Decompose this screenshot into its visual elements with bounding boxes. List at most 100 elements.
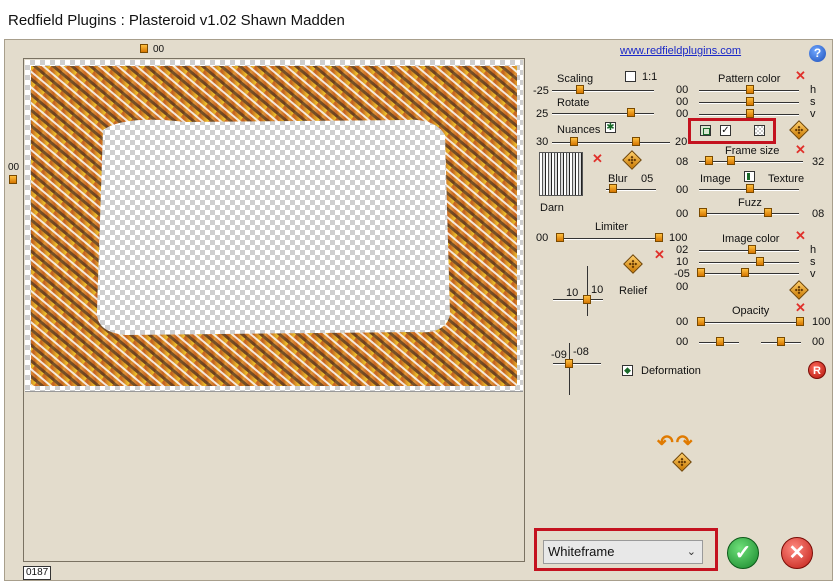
image-color-v-handle-right[interactable] — [741, 268, 749, 277]
fuzz-min-value: 00 — [676, 208, 689, 220]
image-texture-slider-handle[interactable] — [746, 184, 754, 193]
preview-top-offset-handle[interactable] — [140, 44, 148, 53]
one-to-one-checkbox[interactable] — [625, 71, 636, 82]
mode-frame-button[interactable] — [700, 125, 711, 136]
pattern-color-s-label: s — [810, 96, 816, 108]
deformation-axis-vertical — [569, 343, 570, 395]
preview-left-offset-value: 00 — [8, 162, 20, 173]
image-color-close-icon[interactable]: ✕ — [795, 229, 806, 242]
pattern-color-v-label: v — [810, 108, 816, 120]
preview-left-offset-handle[interactable] — [9, 175, 17, 184]
relief-y-value: 10 — [591, 284, 604, 296]
nuances-slider-handle-right[interactable] — [632, 137, 640, 146]
opacity-max-value: 100 — [812, 316, 831, 328]
opacity-slider-track[interactable] — [699, 322, 803, 324]
frame-size-slider-handle-right[interactable] — [727, 156, 735, 165]
opacity-row2-handle-right[interactable] — [777, 337, 785, 346]
window-title: Redfield Plugins : Plasteroid v1.02 Shaw… — [8, 12, 345, 29]
scaling-slider-track[interactable] — [552, 90, 654, 92]
fuzz-slider-track[interactable] — [699, 213, 799, 215]
image-label: Image — [700, 173, 731, 185]
limiter-left-value: 00 — [536, 232, 549, 244]
image-color-label: Image color — [722, 233, 780, 245]
deformation-checkbox[interactable]: ◆ — [622, 365, 633, 376]
opacity-close-icon[interactable]: ✕ — [795, 301, 806, 314]
nuances-left-value: 30 — [536, 136, 549, 148]
cancel-button[interactable]: ✕ — [781, 537, 813, 569]
deformation-point-handle[interactable] — [565, 359, 573, 368]
pattern-color-close-icon[interactable]: ✕ — [795, 69, 806, 82]
one-to-one-label: 1:1 — [642, 71, 658, 83]
ok-button[interactable]: ✓ — [727, 537, 759, 569]
pattern-color-label: Pattern color — [718, 73, 781, 85]
mode-transparent-button[interactable] — [754, 125, 765, 136]
nuances-right-value: 20 — [675, 136, 688, 148]
fuzz-slider-handle-left[interactable] — [699, 208, 707, 217]
image-color-s-slider[interactable] — [699, 262, 799, 264]
frame-counter: 0187 — [23, 566, 52, 580]
pattern-color-h-handle[interactable] — [746, 85, 754, 94]
opacity-row2-left-value: 00 — [676, 336, 689, 348]
preview-area[interactable] — [23, 58, 525, 562]
image-color-h-label: h — [810, 244, 817, 256]
opacity-slider-handle-left[interactable] — [697, 317, 705, 326]
opacity-min-value: 00 — [676, 316, 689, 328]
fuzz-slider-handle-right[interactable] — [764, 208, 772, 217]
frame-size-min-value: 08 — [676, 156, 689, 168]
rotate-value: 25 — [536, 108, 549, 120]
image-color-v-label: v — [810, 268, 816, 280]
deformation-axis-horizontal[interactable] — [553, 363, 601, 365]
limiter-label: Limiter — [595, 221, 629, 233]
frame-size-close-icon[interactable]: ✕ — [795, 143, 806, 156]
toggle-indicator — [747, 173, 750, 180]
blur-slider-handle[interactable] — [609, 184, 617, 193]
pattern-color-v-handle[interactable] — [746, 109, 754, 118]
pattern-color-h-value: 00 — [676, 84, 689, 96]
relief-point-handle[interactable] — [583, 295, 591, 304]
image-texture-value: 00 — [676, 184, 689, 196]
pattern-color-h-label: h — [810, 84, 817, 96]
texture-thumbnail[interactable] — [539, 152, 583, 196]
preset-select-value: Whiteframe — [548, 544, 615, 559]
relief-close-icon[interactable]: ✕ — [654, 248, 665, 261]
preview-canvas[interactable] — [25, 60, 523, 392]
image-color-v-slider[interactable] — [699, 273, 799, 275]
deformation-label: Deformation — [641, 365, 701, 377]
chevron-down-icon: ⌄ — [686, 546, 696, 558]
pattern-color-s-handle[interactable] — [746, 97, 754, 106]
limiter-slider-handle-left[interactable] — [556, 233, 564, 242]
nuances-label: Nuances — [557, 124, 601, 136]
rotate-slider-track[interactable] — [552, 113, 654, 115]
reset-arrows-icon[interactable]: ↶↷ — [657, 430, 709, 454]
mode-check-button[interactable]: ✓ — [720, 125, 731, 136]
image-color-v-handle-left[interactable] — [697, 268, 705, 277]
frame-size-slider-track[interactable] — [699, 161, 803, 163]
website-link[interactable]: www.redfieldplugins.com — [620, 45, 741, 57]
image-texture-toggle[interactable] — [744, 171, 755, 182]
reset-r-button[interactable]: R — [808, 361, 826, 379]
blur-value: 05 — [641, 173, 654, 185]
nuances-slider-handle-left[interactable] — [570, 137, 578, 146]
frame-size-slider-handle-left[interactable] — [705, 156, 713, 165]
nuances-checkbox[interactable]: ✱ — [605, 122, 616, 133]
relief-label: Relief — [619, 285, 648, 297]
rotate-slider-handle[interactable] — [627, 108, 635, 117]
limiter-slider-track[interactable] — [556, 238, 662, 240]
opacity-label: Opacity — [732, 305, 770, 317]
frame-size-max-value: 32 — [812, 156, 825, 168]
opacity-row2-handle-left[interactable] — [716, 337, 724, 346]
help-icon[interactable]: ? — [809, 45, 826, 62]
relief-axis-horizontal[interactable] — [553, 299, 603, 301]
texture-close-icon[interactable]: ✕ — [592, 152, 603, 165]
relief-x-value: 10 — [566, 287, 579, 299]
fuzz-label: Fuzz — [738, 197, 762, 209]
fuzz-max-value: 08 — [812, 208, 825, 220]
image-color-s-handle[interactable] — [756, 257, 764, 266]
image-color-h-handle[interactable] — [748, 245, 756, 254]
scaling-slider-handle[interactable] — [576, 85, 584, 94]
preset-select[interactable]: Whiteframe ⌄ — [543, 540, 703, 564]
limiter-slider-handle-right[interactable] — [655, 233, 663, 242]
opacity-slider-handle-right[interactable] — [796, 317, 804, 326]
image-color-s-value: 10 — [676, 256, 689, 268]
pattern-color-v-value: 00 — [676, 108, 689, 120]
